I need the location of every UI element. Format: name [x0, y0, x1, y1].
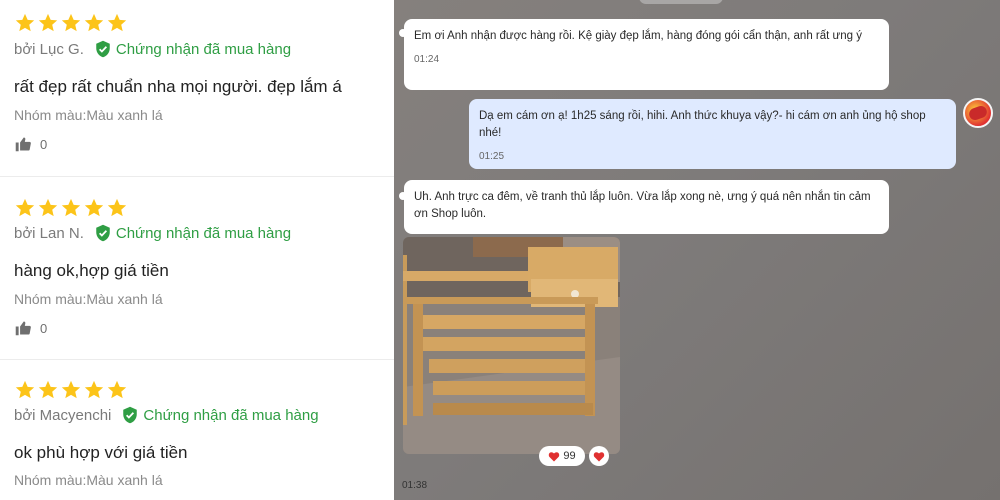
- like-button[interactable]: 0: [14, 320, 47, 336]
- like-button[interactable]: 0: [14, 136, 47, 152]
- review-author-line: bởi Lục G. Chứng nhận đã mua hàng: [14, 40, 291, 58]
- reviews-panel: bởi Lục G. Chứng nhận đã mua hàng rất đẹ…: [0, 0, 394, 500]
- review-author: bởi Macyenchi: [14, 406, 112, 424]
- chat-timestamp: 01:38: [402, 480, 428, 491]
- check-shield-icon: [96, 40, 110, 58]
- date-pill: [639, 0, 723, 4]
- star-icon: [38, 13, 58, 32]
- chat-message-time: 01:24: [414, 54, 440, 65]
- thumbs-up-icon: [15, 137, 31, 152]
- review-variant: Nhóm màu:Màu xanh lá: [14, 291, 163, 307]
- review-author-line: bởi Macyenchi Chứng nhận đã mua hàng: [14, 406, 319, 424]
- verified-purchase-label: Chứng nhận đã mua hàng: [115, 40, 292, 58]
- chat-message-text: Uh. Anh trực ca đêm, về tranh thủ lắp lu…: [414, 191, 871, 220]
- verified-purchase-label: Chứng nhận đã mua hàng: [143, 406, 319, 424]
- chat-screenshot: Em ơi Anh nhận được hàng rồi. Kệ giày đẹ…: [394, 0, 1000, 500]
- star-icon: [61, 198, 81, 217]
- review-comment: ok phù hợp với giá tiền: [14, 443, 188, 462]
- review-comment: rất đẹp rất chuẩn nha mọi người. đẹp lắm…: [14, 77, 342, 96]
- star-icon: [84, 380, 104, 399]
- heart-icon: [593, 451, 605, 461]
- star-icon: [38, 380, 58, 399]
- star-icon: [38, 198, 58, 217]
- review-item: bởi Lục G. Chứng nhận đã mua hàng rất đẹ…: [0, 0, 394, 177]
- review-author-line: bởi Lan N. Chứng nhận đã mua hàng: [14, 224, 291, 242]
- review-author: bởi Lục G.: [14, 40, 84, 58]
- chat-message: Uh. Anh trực ca đêm, về tranh thủ lắp lu…: [404, 180, 889, 234]
- thumbs-up-icon: [15, 321, 31, 336]
- star-icon: [107, 380, 127, 399]
- message-tail: [399, 29, 407, 37]
- review-variant: Nhóm màu:Màu xanh lá: [14, 107, 163, 123]
- check-shield-icon: [96, 224, 110, 242]
- message-tail: [399, 192, 407, 200]
- review-variant: Nhóm màu:Màu xanh lá: [14, 472, 163, 488]
- like-count: 0: [40, 136, 48, 152]
- star-icon: [84, 13, 104, 32]
- chat-message-text: Dạ em cám ơn ạ! 1h25 sáng rồi, hihi. Anh…: [479, 110, 926, 139]
- heart-icon: [549, 451, 560, 461]
- verified-purchase-label: Chứng nhận đã mua hàng: [115, 224, 292, 242]
- review-item: bởi Macyenchi Chứng nhận đã mua hàng ok …: [0, 359, 394, 500]
- rating-stars: [14, 12, 128, 34]
- shop-avatar[interactable]: [963, 98, 993, 128]
- react-button[interactable]: [589, 446, 609, 466]
- check-shield-icon: [123, 406, 138, 424]
- star-icon: [15, 380, 35, 399]
- chat-photo[interactable]: [403, 237, 620, 454]
- star-icon: [61, 380, 81, 399]
- review-author: bởi Lan N.: [14, 224, 84, 242]
- star-icon: [15, 198, 35, 217]
- chat-message-text: Em ơi Anh nhận được hàng rồi. Kệ giày đẹ…: [414, 30, 862, 42]
- review-comment: hàng ok,hợp giá tiền: [14, 261, 169, 280]
- like-count: 0: [40, 320, 48, 336]
- star-icon: [107, 198, 127, 217]
- logo-mark: [967, 104, 989, 122]
- rating-stars: [14, 197, 128, 219]
- star-icon: [61, 13, 81, 32]
- star-icon: [107, 13, 127, 32]
- star-icon: [15, 13, 35, 32]
- review-item: bởi Lan N. Chứng nhận đã mua hàng hàng o…: [0, 177, 394, 359]
- rating-stars: [14, 379, 128, 401]
- chat-message: Em ơi Anh nhận được hàng rồi. Kệ giày đẹ…: [404, 19, 889, 90]
- reaction-number: 99: [563, 450, 576, 462]
- reaction-count[interactable]: 99: [539, 446, 585, 466]
- star-icon: [84, 198, 104, 217]
- chat-message: Dạ em cám ơn ạ! 1h25 sáng rồi, hihi. Anh…: [469, 99, 956, 169]
- chat-message-time: 01:25: [479, 151, 505, 162]
- shoe-rack-photo: [403, 237, 620, 454]
